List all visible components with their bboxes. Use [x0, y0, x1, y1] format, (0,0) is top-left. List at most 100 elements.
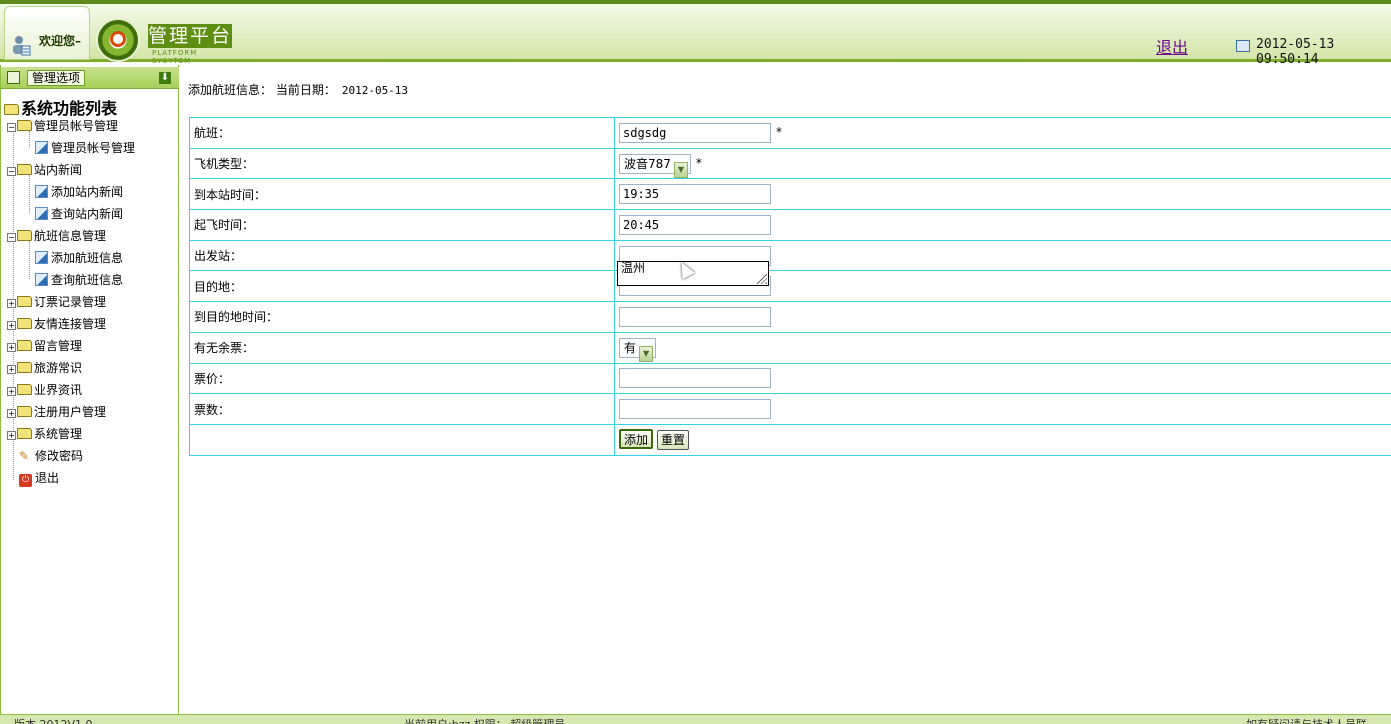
tickets-left-select[interactable]: 有 ▼ — [619, 337, 657, 362]
footer-current-user: 当前用户:bzz 权限： 超级管理员 — [404, 716, 565, 724]
expand-icon[interactable]: + — [7, 343, 16, 352]
dest-time-input[interactable] — [619, 306, 771, 327]
plane-type-select[interactable]: 波音787 ▼ — [619, 153, 691, 178]
tickets-left-label: 有无余票： — [189, 331, 615, 364]
collapse-icon[interactable]: − — [7, 123, 16, 132]
folder-icon — [17, 384, 32, 395]
edit-page-icon — [35, 141, 48, 154]
dest-time-label: 到目的地时间： — [189, 301, 615, 333]
edit-page-icon — [35, 251, 48, 264]
sidebar-item-news[interactable]: − 站内新闻 — [7, 161, 82, 178]
expand-icon[interactable]: + — [7, 409, 16, 418]
arrive-time-cell — [614, 178, 1391, 211]
sidebar-item-industry-news[interactable]: + 业界资讯 — [7, 381, 82, 398]
expand-icon[interactable]: + — [7, 321, 16, 330]
sidebar: 管理选项 ⬇ 系统功能列表 − 管理员帐号管理 管理员帐号管理 − 站内新闻 添加站… — [0, 65, 179, 714]
form-row-destination: 目的地： — [189, 270, 1391, 303]
folder-icon — [17, 362, 32, 373]
chevron-down-icon[interactable]: ▼ — [673, 161, 688, 178]
sidebar-item-registered-users[interactable]: + 注册用户管理 — [7, 403, 106, 420]
form-row-arrive-time: 到本站时间： — [189, 178, 1391, 211]
logo-check-icon — [110, 31, 126, 47]
add-button[interactable]: 添加 — [619, 429, 654, 450]
sidebar-item-label: 站内新闻 — [34, 163, 83, 177]
sidebar-item-add-flight[interactable]: 添加航班信息 — [35, 249, 123, 266]
origin-label: 出发站： — [189, 239, 615, 272]
price-cell — [614, 362, 1391, 395]
tickets-left-value: 有 — [624, 340, 637, 355]
sidebar-item-add-news[interactable]: 添加站内新闻 — [35, 183, 123, 200]
sidebar-item-label: 退出 — [35, 471, 60, 485]
collapse-icon[interactable]: − — [7, 233, 16, 242]
plane-type-label: 飞机类型： — [189, 147, 615, 180]
sidebar-item-label: 旅游常识 — [34, 361, 83, 375]
sidebar-header: 管理选项 ⬇ — [1, 67, 179, 89]
sidebar-item-label: 查询航班信息 — [51, 273, 124, 287]
sidebar-item-query-flight[interactable]: 查询航班信息 — [35, 271, 123, 288]
form-row-depart-time: 起飞时间： — [189, 209, 1391, 241]
flight-input[interactable] — [619, 122, 771, 143]
collapse-icon[interactable]: − — [7, 167, 16, 176]
tree-line — [29, 175, 30, 213]
sidebar-item-flight-info[interactable]: − 航班信息管理 — [7, 227, 106, 244]
autocomplete-option[interactable]: 温州 — [621, 261, 645, 275]
sidebar-item-query-news[interactable]: 查询站内新闻 — [35, 205, 123, 222]
current-date: 2012-05-13 — [341, 84, 409, 97]
expand-icon[interactable]: + — [7, 387, 16, 396]
count-cell — [614, 393, 1391, 425]
arrow-down-icon[interactable]: ⬇ — [159, 72, 171, 84]
expand-icon[interactable]: + — [7, 299, 16, 308]
welcome-text: 欢迎您– — [39, 34, 82, 48]
folder-icon — [17, 120, 32, 131]
sidebar-item-label: 管理员帐号管理 — [51, 141, 136, 155]
sidebar-item-label: 查询站内新闻 — [51, 207, 124, 221]
tree-line — [29, 241, 30, 279]
sidebar-item-admin-account[interactable]: − 管理员帐号管理 — [7, 117, 118, 134]
sidebar-item-label: 航班信息管理 — [34, 229, 107, 243]
folder-icon — [17, 318, 32, 329]
form-row-tickets-left: 有无余票： 有 ▼ — [189, 331, 1391, 364]
calendar-icon — [1236, 40, 1250, 52]
form-row-dest-time: 到目的地时间： — [189, 301, 1391, 333]
folder-icon — [17, 428, 32, 439]
sidebar-item-logout[interactable]: ⏻ 退出 — [19, 469, 59, 487]
plane-type-value: 波音787 — [624, 156, 671, 171]
sidebar-item-admin-account-page[interactable]: 管理员帐号管理 — [35, 139, 135, 156]
sidebar-options-button[interactable]: 管理选项 — [27, 70, 86, 86]
datetime: 2012-05-13 09:50:14 — [1256, 37, 1335, 67]
sidebar-item-label: 友情连接管理 — [34, 317, 107, 331]
price-input[interactable] — [619, 368, 771, 389]
sidebar-item-label: 留言管理 — [34, 339, 83, 353]
main-content: 添加航班信息： 当前日期： 2012-05-13 航班： * 飞机类型： 波音78… — [180, 65, 1391, 714]
expand-icon[interactable]: + — [7, 365, 16, 374]
sidebar-item-label: 管理员帐号管理 — [34, 119, 119, 133]
form-row-origin: 出发站： — [189, 239, 1391, 272]
flight-form: 航班： * 飞机类型： 波音787▼* 到本站时间： 起飞时间： 出发站： 目的… — [189, 117, 1391, 456]
footer: 版本 2012V1.0 当前用户:bzz 权限： 超级管理员 如有疑问请与技术人… — [0, 714, 1391, 724]
count-input[interactable] — [619, 399, 771, 420]
logout-link[interactable]: 退出 — [1156, 34, 1188, 58]
arrive-time-label: 到本站时间： — [189, 178, 615, 211]
folder-icon — [17, 230, 32, 241]
depart-time-cell — [614, 209, 1391, 241]
depart-time-input[interactable] — [619, 214, 771, 235]
page-info: 添加航班信息： 当前日期： 2012-05-13 — [188, 81, 408, 98]
arrive-time-input[interactable] — [619, 184, 771, 205]
depart-time-label: 起飞时间： — [189, 209, 615, 241]
sidebar-item-booking-records[interactable]: + 订票记录管理 — [7, 293, 106, 310]
expand-icon[interactable]: + — [7, 431, 16, 440]
form-row-actions: 添加 重置 — [189, 423, 1391, 456]
sidebar-item-messages[interactable]: + 留言管理 — [7, 337, 82, 354]
sidebar-item-change-password[interactable]: ✎ 修改密码 — [19, 447, 83, 464]
sidebar-item-travel-tips[interactable]: + 旅游常识 — [7, 359, 82, 376]
sidebar-item-friend-links[interactable]: + 友情连接管理 — [7, 315, 106, 332]
reset-button[interactable]: 重置 — [657, 430, 690, 451]
user-icon — [13, 36, 31, 56]
chevron-down-icon[interactable]: ▼ — [639, 345, 654, 362]
tree-root-label: 系统功能列表 — [21, 99, 118, 118]
resize-grip-icon[interactable] — [756, 273, 767, 284]
welcome-panel: 欢迎您– — [4, 6, 90, 60]
power-icon: ⏻ — [19, 474, 32, 487]
folder-open-icon — [4, 104, 19, 115]
sidebar-item-system[interactable]: + 系统管理 — [7, 425, 82, 442]
